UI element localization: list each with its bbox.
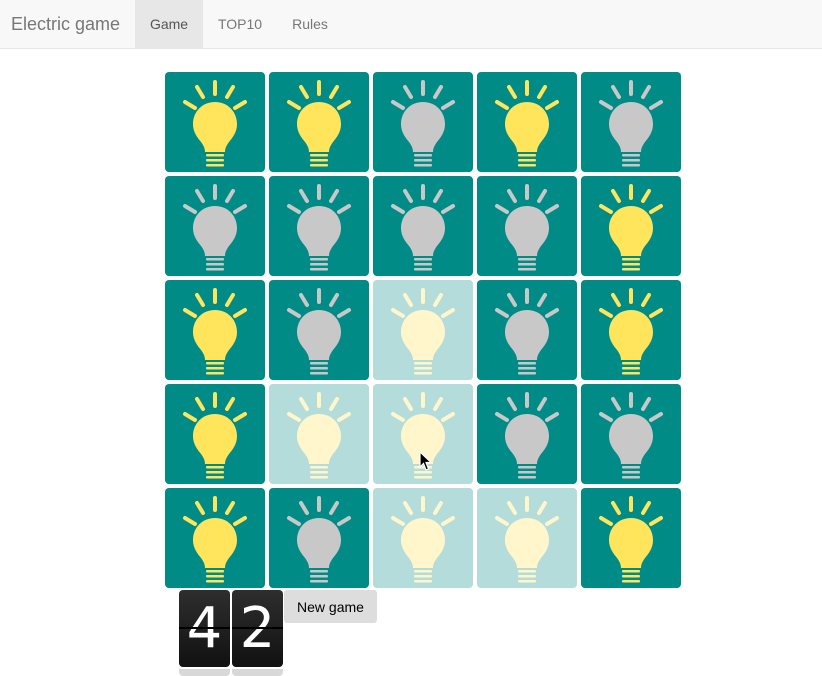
tile[interactable] <box>581 72 681 172</box>
bulb-off-icon <box>287 496 351 583</box>
tile[interactable] <box>165 280 265 380</box>
bulb-on-icon <box>599 496 663 583</box>
tile[interactable] <box>477 176 577 276</box>
digit-shadow <box>179 669 230 676</box>
digit-shadow <box>232 669 283 676</box>
tile[interactable] <box>581 488 681 588</box>
bulb-on-icon <box>183 496 247 583</box>
bulb-faded-icon <box>391 496 455 583</box>
tile[interactable] <box>373 72 473 172</box>
tile[interactable] <box>477 72 577 172</box>
tab-top10[interactable]: TOP10 <box>203 0 277 49</box>
bulb-off-icon <box>287 184 351 271</box>
navbar: Electric game Game TOP10 Rules <box>0 0 822 49</box>
tile[interactable] <box>477 280 577 380</box>
brand-link[interactable]: Electric game <box>11 0 120 49</box>
tab-rules[interactable]: Rules <box>277 0 343 49</box>
bulb-on-icon <box>599 288 663 375</box>
tile[interactable] <box>269 488 369 588</box>
bulb-off-icon <box>183 184 247 271</box>
mouse-cursor-icon <box>419 451 433 471</box>
tile[interactable] <box>269 280 369 380</box>
bulb-off-icon <box>495 288 559 375</box>
tile[interactable] <box>165 176 265 276</box>
counter-digit: 4 <box>179 590 230 667</box>
tile[interactable] <box>581 280 681 380</box>
bulb-on-icon <box>495 80 559 167</box>
tile[interactable] <box>373 176 473 276</box>
tile[interactable] <box>373 488 473 588</box>
tab-game[interactable]: Game <box>135 0 203 49</box>
bulb-off-icon <box>495 392 559 479</box>
tile[interactable] <box>165 384 265 484</box>
bulb-off-icon <box>599 80 663 167</box>
bulb-on-icon <box>183 80 247 167</box>
bulb-on-icon <box>183 288 247 375</box>
tile[interactable] <box>269 384 369 484</box>
bulb-on-icon <box>599 184 663 271</box>
tile[interactable] <box>477 488 577 588</box>
bulb-off-icon <box>495 184 559 271</box>
bulb-faded-icon <box>495 496 559 583</box>
tile[interactable] <box>373 280 473 380</box>
bulb-off-icon <box>391 80 455 167</box>
tile[interactable] <box>269 72 369 172</box>
bulb-on-icon <box>183 392 247 479</box>
tile[interactable] <box>581 384 681 484</box>
tile[interactable] <box>269 176 369 276</box>
tile[interactable] <box>165 72 265 172</box>
tile[interactable] <box>477 384 577 484</box>
bulb-off-icon <box>599 392 663 479</box>
move-counter: 4 2 <box>179 590 283 676</box>
counter-digit: 2 <box>232 590 283 667</box>
tile[interactable] <box>165 488 265 588</box>
game-board <box>165 72 681 588</box>
bulb-off-icon <box>287 288 351 375</box>
bulb-faded-icon <box>287 392 351 479</box>
bulb-off-icon <box>391 184 455 271</box>
bulb-faded-icon <box>391 288 455 375</box>
new-game-button[interactable]: New game <box>284 590 377 623</box>
bulb-on-icon <box>287 80 351 167</box>
tile[interactable] <box>581 176 681 276</box>
